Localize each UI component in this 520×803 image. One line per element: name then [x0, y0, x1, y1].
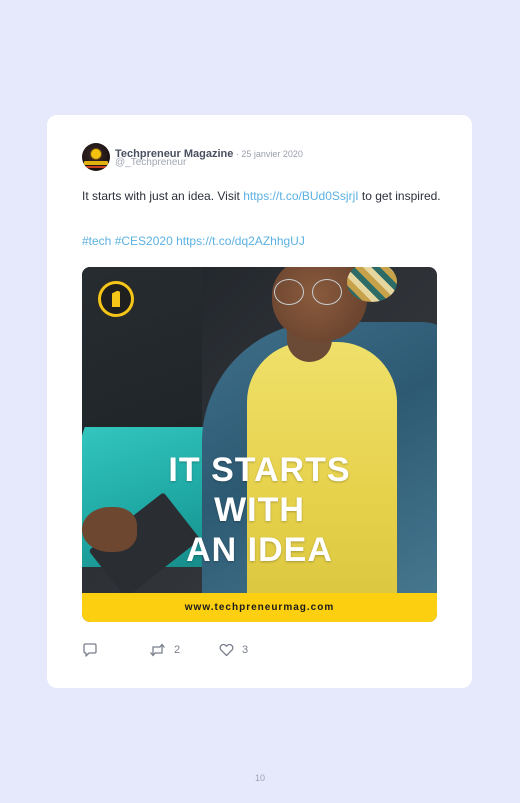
tweet-text: It starts with just an idea. Visit https… [82, 189, 442, 204]
hashtag-tech[interactable]: #tech [82, 234, 111, 248]
tweet-header: Techpreneur Magazine · 25 janvier 2020 @… [82, 143, 442, 173]
tweet-date[interactable]: 25 janvier 2020 [241, 149, 303, 159]
tweet-card: Techpreneur Magazine · 25 janvier 2020 @… [47, 115, 472, 688]
like-button[interactable]: 3 [219, 643, 248, 657]
author-handle[interactable]: @_Techpreneur [115, 157, 186, 168]
hashtag-ces2020[interactable]: #CES2020 [115, 234, 173, 248]
tweet-text-part2: to get inspired. [358, 189, 441, 203]
glasses [272, 279, 362, 305]
media-headline: IT STARTS WITH AN IDEA [82, 450, 437, 570]
tweet-media-image[interactable]: IT STARTS WITH AN IDEA www.techpreneurma… [82, 267, 437, 622]
reply-button[interactable] [82, 643, 98, 657]
retweet-button[interactable]: 2 [149, 643, 180, 657]
page-number: 10 [254, 773, 265, 783]
avatar-logo-icon [90, 148, 102, 160]
media-url-banner: www.techpreneurmag.com [82, 593, 437, 622]
like-count: 3 [242, 644, 249, 656]
headline-line-1: IT STARTS [168, 451, 351, 489]
reply-icon [83, 643, 97, 657]
retweet-count: 2 [174, 644, 181, 656]
author-avatar[interactable] [82, 143, 110, 171]
retweet-icon [150, 643, 165, 657]
headline-line-3: AN IDEA [186, 531, 333, 569]
tweet-link-2[interactable]: https://t.co/dq2AZhhgUJ [176, 234, 305, 248]
tweet-text-part1: It starts with just an idea. Visit [82, 189, 244, 203]
tweet-tags: #tech #CES2020 https://t.co/dq2AZhhgUJ [82, 234, 305, 249]
tweet-actions: 2 3 [82, 643, 442, 659]
techpreneur-logo-icon [96, 279, 136, 319]
headline-line-2: WITH [214, 491, 305, 529]
heart-icon [219, 643, 234, 657]
tweet-link-1[interactable]: https://t.co/BUd0SsjrjI [243, 189, 358, 203]
